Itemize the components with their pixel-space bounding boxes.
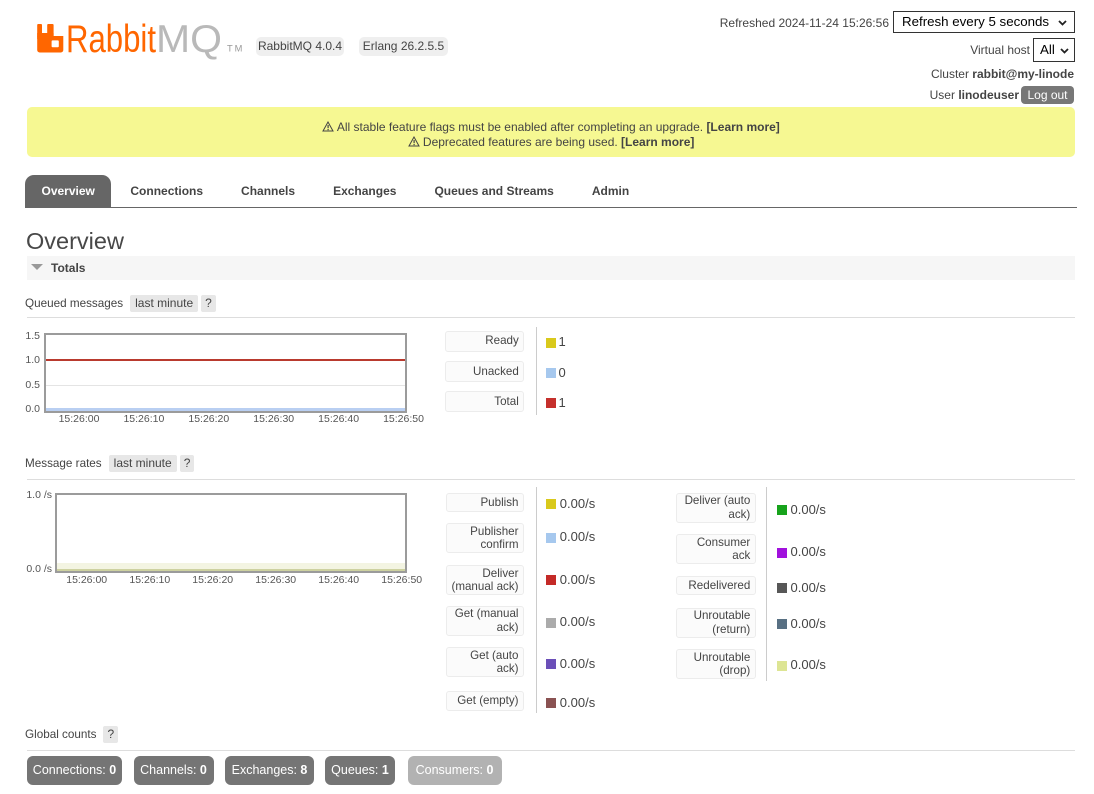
svg-text:TM: TM [227, 44, 244, 54]
svg-text:MQ: MQ [156, 18, 222, 60]
svg-text:Rabbit: Rabbit [66, 18, 156, 60]
